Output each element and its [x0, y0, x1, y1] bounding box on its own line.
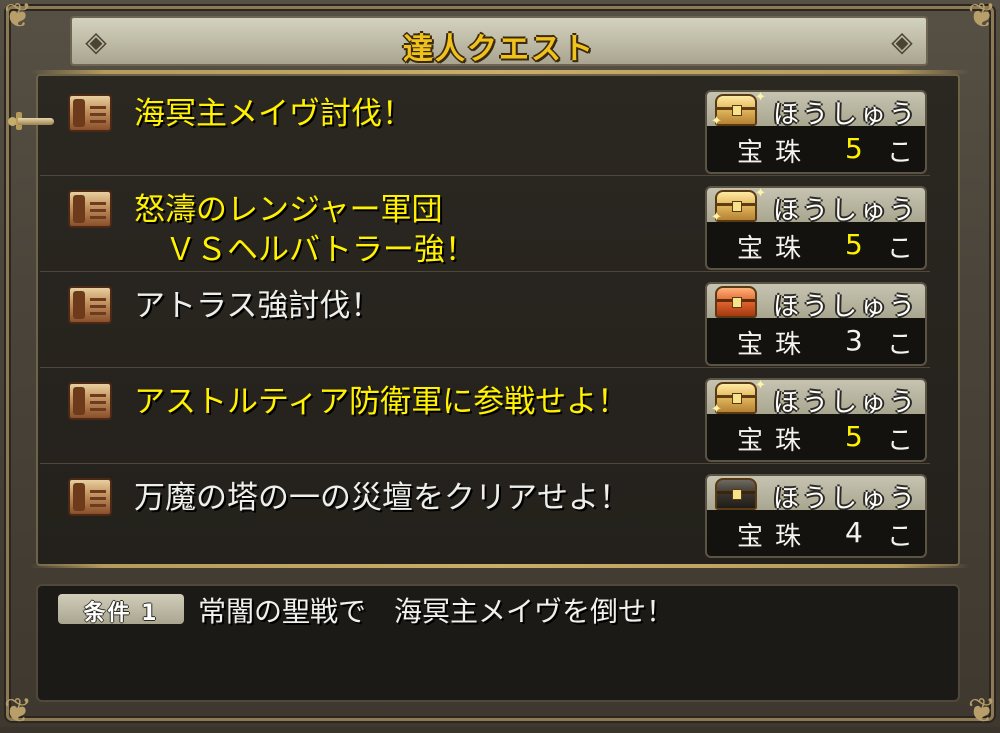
reward-box: ✦ ✦ ほうしゅう 宝珠 5 こ [705, 186, 927, 270]
reward-unit: こ [887, 234, 914, 264]
quest-row[interactable]: 万魔の塔の一の災壇をクリアせよ！ ほうしゅう 宝珠 4 こ [40, 464, 930, 560]
corner-ornament-icon: ❦ [3, 0, 33, 36]
quest-scroll-icon [68, 286, 112, 324]
reward-header: ✦ ✦ ほうしゅう [705, 186, 927, 226]
reward-count: 3 [845, 324, 863, 357]
title-bar: ◈ 達人クエスト ◈ [70, 16, 928, 67]
quest-scroll-icon [68, 382, 112, 420]
quest-title: アトラス強討伐！ [134, 288, 382, 324]
reward-value: 宝珠 4 こ [705, 510, 927, 558]
reward-count: 5 [845, 420, 863, 453]
reward-value: 宝珠 5 こ [705, 126, 927, 174]
reward-item: 宝珠 [737, 234, 814, 264]
reward-unit: こ [887, 522, 914, 552]
reward-item: 宝珠 [737, 522, 814, 552]
reward-count: 5 [845, 132, 863, 165]
reward-item: 宝珠 [737, 426, 814, 456]
corner-ornament-icon: ❦ [967, 0, 997, 36]
quest-scroll-icon [68, 94, 112, 132]
corner-ornament-icon: ❦ [967, 691, 997, 731]
quest-title: 万魔の塔の一の災壇をクリアせよ！ [134, 480, 630, 516]
reward-value: 宝珠 5 こ [705, 222, 927, 270]
reward-header: ✦ ✦ ほうしゅう [705, 378, 927, 418]
quest-row[interactable]: アストルティア防衛軍に参戦せよ！ ✦ ✦ ほうしゅう 宝珠 5 こ [40, 368, 930, 464]
reward-count: 5 [845, 228, 863, 261]
reward-box: ✦ ✦ ほうしゅう 宝珠 5 こ [705, 90, 927, 174]
reward-unit: こ [887, 426, 914, 456]
divider [30, 564, 970, 568]
reward-value: 宝珠 3 こ [705, 318, 927, 366]
reward-unit: こ [887, 138, 914, 168]
quest-title: 怒濤のレンジャー軍団 ＶＳヘルバトラー強！ [134, 192, 476, 268]
quest-row[interactable]: アトラス強討伐！ ほうしゅう 宝珠 3 こ [40, 272, 930, 368]
corner-ornament-icon: ❦ [3, 691, 33, 731]
reward-box: ほうしゅう 宝珠 4 こ [705, 474, 927, 558]
title-ornament-icon: ◈ [891, 25, 913, 58]
quest-window: ❦ ❦ ❦ ❦ ◈ 達人クエスト ◈ 海冥主メイヴ討伐！ ✦ ✦ ほうしゅう 宝… [0, 0, 1000, 731]
treasure-chest-icon [715, 478, 757, 510]
condition-badge: 条件 1 [58, 594, 184, 626]
condition-badge-label: 条件 1 [83, 601, 159, 626]
condition-text: 常闇の聖戦で 海冥主メイヴを倒せ！ [198, 595, 675, 628]
quest-title: 海冥主メイヴ討伐！ [134, 96, 413, 132]
quest-row[interactable]: 海冥主メイヴ討伐！ ✦ ✦ ほうしゅう 宝珠 5 こ [40, 80, 930, 176]
reward-header: ほうしゅう [705, 474, 927, 514]
reward-header: ✦ ✦ ほうしゅう [705, 90, 927, 130]
reward-box: ✦ ✦ ほうしゅう 宝珠 5 こ [705, 378, 927, 462]
condition-panel: 条件 1 常闇の聖戦で 海冥主メイヴを倒せ！ [36, 584, 960, 702]
quest-title: アストルティア防衛軍に参戦せよ！ [134, 384, 629, 420]
treasure-chest-icon [715, 286, 757, 318]
reward-header: ほうしゅう [705, 282, 927, 322]
reward-count: 4 [845, 516, 863, 549]
reward-box: ほうしゅう 宝珠 3 こ [705, 282, 927, 366]
quest-scroll-icon [68, 478, 112, 516]
reward-item: 宝珠 [737, 330, 814, 360]
reward-value: 宝珠 5 こ [705, 414, 927, 462]
quest-row[interactable]: 怒濤のレンジャー軍団 ＶＳヘルバトラー強！ ✦ ✦ ほうしゅう 宝珠 5 こ [40, 176, 930, 272]
window-title: 達人クエスト [403, 32, 595, 67]
quest-scroll-icon [68, 190, 112, 228]
reward-unit: こ [887, 330, 914, 360]
reward-item: 宝珠 [737, 138, 814, 168]
